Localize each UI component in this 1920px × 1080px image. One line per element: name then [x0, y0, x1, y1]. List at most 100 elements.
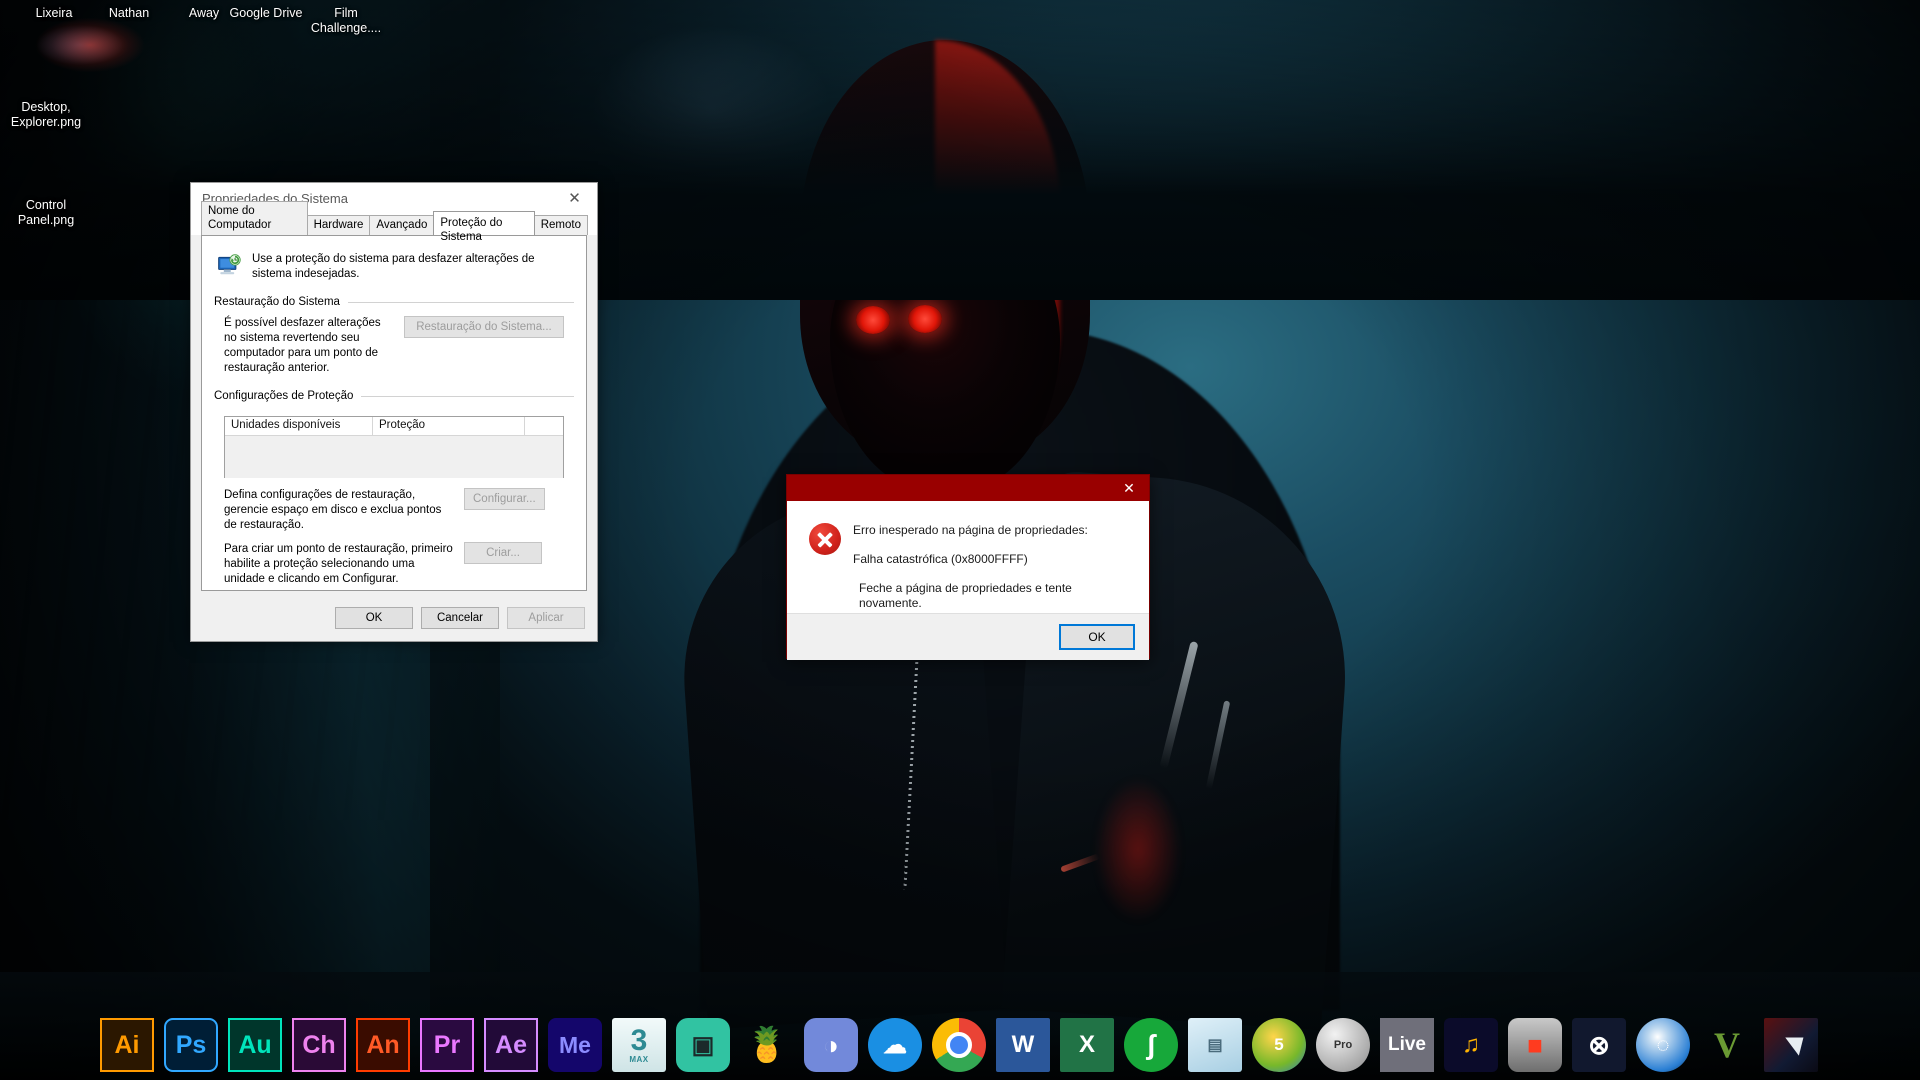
- group-divider: [361, 395, 574, 397]
- system-properties-window[interactable]: Propriedades do Sistema ✕ Nome do Comput…: [190, 182, 598, 642]
- system-properties-footer[interactable]: OK Cancelar Aplicar: [191, 595, 597, 641]
- dock-icon-label: An: [366, 1030, 400, 1059]
- dock-icon-label: ◥: [1782, 1032, 1800, 1057]
- dock-icon-sublabel: MAX: [629, 1055, 649, 1064]
- desktop: Lixeira Nathan Away Google Drive Film Challe…: [0, 0, 1920, 1080]
- system-restore-button[interactable]: Restauração do Sistema...: [404, 316, 564, 338]
- desktop-icon-label: Control Panel.png: [17, 198, 75, 227]
- dock-icon-illustrator[interactable]: Ai: [100, 1018, 154, 1072]
- error-message-line-3: Feche a página de propriedades e tente n…: [859, 581, 1072, 610]
- dock-icon-3ds-max[interactable]: 3 MAX: [612, 1018, 666, 1072]
- dock-icon-utorrent[interactable]: 5: [1252, 1018, 1306, 1072]
- dock-icon-label: ♫: [1462, 1031, 1480, 1058]
- create-restore-point-button[interactable]: Criar...: [464, 542, 542, 564]
- dock-icon-label: Me: [559, 1031, 591, 1058]
- dock-icon-animate[interactable]: An: [356, 1018, 410, 1072]
- table-column-header[interactable]: Unidades disponíveis: [225, 417, 373, 435]
- dock-icon-discord[interactable]: ◑: [804, 1018, 858, 1072]
- dock-icon-label: ʃ: [1146, 1029, 1156, 1060]
- taskbar-dock[interactable]: Ai Ps Au Ch An Pr Ae Me 3 MAX ▣ 🍍 ◑ ☁ W Xʃ ▤ 5 Pro Live ♫ ■ ⊗ ◌…: [0, 972, 1920, 1080]
- table-column-header[interactable]: Proteção: [373, 417, 525, 435]
- dock-icon-label: ⊗: [1588, 1029, 1610, 1060]
- dock-icon-steam[interactable]: ◌: [1636, 1018, 1690, 1072]
- desktop-icon-label: Desktop, Explorer.png: [10, 100, 82, 129]
- error-dialog-titlebar[interactable]: ✕: [787, 475, 1149, 501]
- tab-hardware[interactable]: Hardware: [306, 215, 371, 235]
- dock-icon-pro-tools[interactable]: Pro: [1316, 1018, 1370, 1072]
- dock-icon-need-for-speed[interactable]: ◥: [1764, 1018, 1818, 1072]
- ok-button[interactable]: OK: [335, 607, 413, 629]
- tab-nome-do-computador[interactable]: Nome do Computador: [201, 201, 308, 235]
- dock-icon-label: Ai: [114, 1030, 140, 1059]
- dock-icon-label: ◑: [823, 1029, 839, 1060]
- dock-icon-label: W: [1011, 1031, 1035, 1058]
- available-drives-table[interactable]: Unidades disponíveis Proteção: [224, 416, 564, 478]
- close-icon[interactable]: ✕: [552, 183, 597, 213]
- error-ok-button[interactable]: OK: [1059, 624, 1135, 650]
- dock-icon-label: Ch: [302, 1030, 336, 1059]
- protection-settings-group: Configurações de Proteção Unidades dispo…: [214, 390, 574, 587]
- dock-icon-label: ■: [1527, 1029, 1543, 1060]
- desktop-icon-label: Film Challenge....: [310, 6, 382, 35]
- desktop-icon-desktop-explorer-png[interactable]: Desktop, Explorer.png: [0, 100, 92, 130]
- dock-icon-gta-v[interactable]: V: [1700, 1018, 1754, 1072]
- system-properties-tabpanel: Use a proteção do sistema para desfazer …: [201, 235, 587, 591]
- error-dialog-content: Erro inesperado na página de propriedade…: [787, 501, 1149, 613]
- protection-settings-group-body: Unidades disponíveis Proteção Defina conf…: [214, 402, 574, 587]
- dock-icon-pina-colada[interactable]: 🍍: [740, 1018, 794, 1072]
- dock-icon-streamlabs-obs[interactable]: ▣: [676, 1018, 730, 1072]
- dock-icon-photoshop[interactable]: Ps: [164, 1018, 218, 1072]
- dock-icon-character-animator[interactable]: Ch: [292, 1018, 346, 1072]
- dock-icon-label: Au: [238, 1030, 272, 1059]
- dock-icon-microsoft-word[interactable]: W: [996, 1018, 1050, 1072]
- dock-icon-list[interactable]: Ai Ps Au Ch An Pr Ae Me 3 MAX ▣ 🍍 ◑ ☁ W Xʃ ▤ 5 Pro Live ♫ ■ ⊗ ◌…: [100, 1018, 1818, 1072]
- group-divider: [347, 301, 574, 303]
- close-icon[interactable]: ✕: [1109, 475, 1149, 501]
- tab-remoto[interactable]: Remoto: [533, 215, 588, 235]
- table-column-header[interactable]: [525, 417, 563, 435]
- dock-icon-premiere-pro[interactable]: Pr: [420, 1018, 474, 1072]
- system-restore-description: É possível desfazer alterações no sistem…: [224, 317, 381, 374]
- system-properties-tabstrip[interactable]: Nome do Computador Hardware Avançado Proteç…: [191, 201, 597, 243]
- dock-icon-label: ▤: [1207, 1037, 1223, 1054]
- system-protection-intro-text: Use a proteção do sistema para desfazer …: [252, 253, 535, 280]
- desktop-icon-label: Google Drive: [229, 6, 303, 20]
- dock-icon-ableton-live[interactable]: Live: [1380, 1018, 1434, 1072]
- error-message-line-2: Falha catastrófica (0x8000FFFF): [853, 552, 1028, 566]
- dock-icon-label: Ae: [495, 1030, 527, 1059]
- dock-icon-media-encoder[interactable]: Me: [548, 1018, 602, 1072]
- dock-icon-google-chrome[interactable]: [932, 1018, 986, 1072]
- error-x-icon: [809, 523, 841, 555]
- desktop-icon-control-panel-png[interactable]: Control Panel.png: [0, 198, 92, 228]
- dock-icon-sibelius[interactable]: ʃ: [1124, 1018, 1178, 1072]
- dock-icon-label: Ps: [175, 1030, 207, 1059]
- dock-icon-origin[interactable]: ⊗: [1572, 1018, 1626, 1072]
- dock-icon-label: ☁: [883, 1031, 907, 1059]
- dock-icon-redshift[interactable]: ■: [1508, 1018, 1562, 1072]
- dock-icon-label: X: [1078, 1031, 1095, 1058]
- dock-icon-onedrive[interactable]: ☁: [868, 1018, 922, 1072]
- dock-icon-audition[interactable]: Au: [228, 1018, 282, 1072]
- tab-avançado[interactable]: Avançado: [369, 215, 435, 235]
- aplicar-button[interactable]: Aplicar: [507, 607, 585, 629]
- dock-icon-notepad[interactable]: ▤: [1188, 1018, 1242, 1072]
- dock-icon-label: 3: [630, 1024, 648, 1057]
- configure-button[interactable]: Configurar...: [464, 488, 545, 510]
- desktop-icon-google-drive[interactable]: Google Drive: [220, 6, 312, 21]
- table-body[interactable]: [225, 436, 563, 478]
- dock-icon-label: V: [1714, 1025, 1740, 1065]
- error-dialog-footer: OK: [787, 613, 1149, 660]
- protection-settings-group-title: Configurações de Proteção: [214, 390, 354, 402]
- error-message-line-1: Erro inesperado na página de propriedade…: [853, 523, 1088, 537]
- system-restore-group-body: É possível desfazer alterações no sistem…: [214, 308, 574, 376]
- dock-icon-audacity[interactable]: ♫: [1444, 1018, 1498, 1072]
- dock-icon-microsoft-excel[interactable]: X: [1060, 1018, 1114, 1072]
- protection-settings-group-header: Configurações de Proteção: [214, 390, 574, 402]
- error-message-block: Erro inesperado na página de propriedade…: [853, 523, 1131, 613]
- error-dialog[interactable]: ✕ Erro inesperado na página de proprieda…: [786, 474, 1150, 660]
- desktop-icon-film-challenge[interactable]: Film Challenge....: [300, 6, 392, 36]
- tab-proteção-do-sistema[interactable]: Proteção do Sistema: [433, 211, 535, 243]
- system-restore-group-title: Restauração do Sistema: [214, 296, 340, 308]
- dock-icon-after-effects[interactable]: Ae: [484, 1018, 538, 1072]
- cancelar-button[interactable]: Cancelar: [421, 607, 499, 629]
